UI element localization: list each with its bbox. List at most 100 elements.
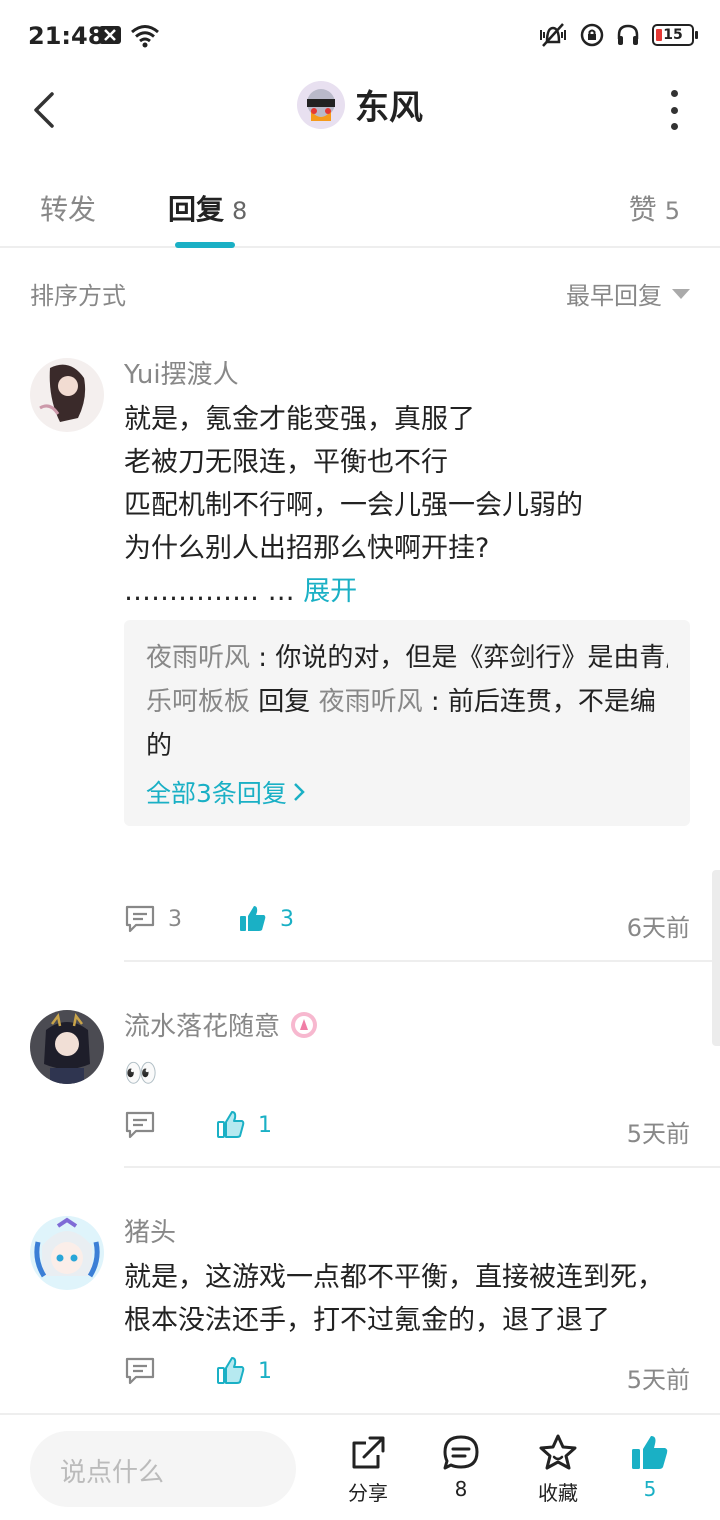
status-time: 21:48 bbox=[28, 22, 105, 50]
bottom-like-button[interactable]: 5 bbox=[610, 1433, 690, 1501]
comment-time: 6天前 bbox=[626, 914, 690, 942]
header: 东风 bbox=[0, 72, 720, 148]
tab-bar: 转发 回复 8 赞5 bbox=[0, 176, 720, 248]
sort-dropdown[interactable]: 最早回复 bbox=[566, 276, 690, 311]
like-button[interactable]: 3 bbox=[238, 904, 294, 934]
comment-line: 根本没法还手，打不过氪金的，退了退了 bbox=[124, 1305, 610, 1336]
like-button[interactable]: 1 bbox=[216, 1110, 272, 1140]
reply-user[interactable]: 夜雨听风 bbox=[146, 643, 250, 673]
avatar-image-icon bbox=[297, 80, 345, 129]
bottom-reply-count: 8 bbox=[454, 1477, 468, 1501]
comment-line: 匹配机制不行啊，一会儿强一会儿弱的 bbox=[124, 490, 583, 521]
comment-item: 流水落花随意 👀 1 5天前 bbox=[0, 1004, 720, 1168]
dropdown-triangle-icon bbox=[672, 288, 690, 299]
comment-item: 猪头 就是，这游戏一点都不平衡，直接被连到死， 根本没法还手，打不过氪金的，退了… bbox=[0, 1210, 720, 1400]
user-badge-icon bbox=[291, 1011, 318, 1038]
bottom-bar: 说点什么 分享 8 收藏 5 bbox=[0, 1413, 720, 1520]
notification-x-icon bbox=[99, 26, 121, 44]
comment-text: 就是，氪金才能变强，真服了 老被刀无限连，平衡也不行 匹配机制不行啊，一会儿强一… bbox=[124, 398, 690, 613]
reply-button[interactable]: 3 bbox=[124, 904, 182, 934]
expand-link[interactable]: 展开 bbox=[303, 576, 357, 607]
rotation-lock-icon bbox=[580, 23, 604, 47]
thumbs-up-icon bbox=[217, 1357, 245, 1384]
tab-reply[interactable]: 回复 8 bbox=[168, 188, 247, 228]
comment-input-placeholder: 说点什么 bbox=[60, 1458, 165, 1488]
comment-item: Yui摆渡人 就是，氪金才能变强，真服了 老被刀无限连，平衡也不行 匹配机制不行… bbox=[0, 352, 720, 962]
reply-button[interactable] bbox=[124, 1356, 168, 1386]
reply-button[interactable] bbox=[124, 1110, 168, 1140]
thumbs-up-icon bbox=[240, 906, 266, 931]
comment-time: 5天前 bbox=[626, 1120, 690, 1148]
share-label: 分享 bbox=[348, 1481, 388, 1505]
headphones-icon bbox=[617, 24, 639, 45]
more-options-button[interactable] bbox=[668, 90, 680, 130]
like-count: 1 bbox=[258, 1358, 272, 1384]
scroll-indicator[interactable] bbox=[712, 870, 720, 1046]
reply-separator: : bbox=[422, 687, 448, 717]
reply-word: 回复 bbox=[258, 687, 311, 717]
comment-actions: 1 5天前 bbox=[124, 1110, 690, 1150]
comment-time: 5天前 bbox=[626, 1366, 690, 1394]
reply-separator: : bbox=[250, 643, 276, 673]
more-dot-icon bbox=[670, 106, 678, 114]
avatar[interactable] bbox=[30, 358, 104, 432]
comment-username[interactable]: Yui摆渡人 bbox=[124, 354, 239, 391]
reply-item[interactable]: 乐呵板板 回复 夜雨听风 : 前后连贯，不是编的 bbox=[146, 680, 668, 768]
favorite-label: 收藏 bbox=[538, 1481, 578, 1505]
chevron-right-icon bbox=[294, 783, 305, 801]
tab-like-label: 赞 bbox=[628, 193, 657, 226]
avatar[interactable] bbox=[30, 1216, 104, 1290]
sort-selected-value: 最早回复 bbox=[566, 282, 662, 310]
comment-line: 就是，氪金才能变强，真服了 bbox=[124, 404, 475, 435]
status-left-icons bbox=[98, 24, 160, 48]
comment-icon bbox=[125, 905, 155, 933]
status-bar: 21:48 15 bbox=[0, 0, 720, 72]
sort-bar: 排序方式 最早回复 bbox=[30, 270, 690, 310]
wifi-icon bbox=[131, 25, 159, 48]
all-replies-label: 全部3条回复 bbox=[146, 779, 287, 808]
comment-ellipsis: …………… … bbox=[124, 576, 295, 607]
more-dot-icon bbox=[670, 90, 678, 97]
favorite-button[interactable]: 收藏 bbox=[518, 1433, 598, 1506]
comment-username-wrap[interactable]: 流水落花随意 bbox=[124, 1006, 318, 1043]
share-button[interactable]: 分享 bbox=[328, 1433, 408, 1506]
comment-input[interactable]: 说点什么 bbox=[30, 1431, 296, 1507]
battery-icon: 15 bbox=[652, 24, 698, 46]
all-replies-link[interactable]: 全部3条回复 bbox=[146, 774, 668, 810]
tab-forward[interactable]: 转发 bbox=[40, 188, 96, 228]
tab-like-count: 5 bbox=[664, 197, 680, 225]
comment-text: 👀 bbox=[124, 1058, 158, 1089]
reply-user[interactable]: 乐呵板板 bbox=[146, 687, 250, 717]
reply-item[interactable]: 夜雨听风 : 你说的对，但是《弈剑行》是由青度互娱自主研发的一款全新3D武侠格… bbox=[146, 636, 668, 680]
avatar-image-icon bbox=[30, 358, 104, 432]
divider bbox=[124, 960, 720, 962]
comment-username[interactable]: 猪头 bbox=[124, 1212, 176, 1249]
tab-forward-label: 转发 bbox=[40, 193, 97, 226]
vibrate-mute-icon bbox=[540, 23, 566, 47]
thumbs-up-filled-icon bbox=[632, 1436, 668, 1469]
share-icon bbox=[352, 1436, 385, 1469]
tab-like[interactable]: 赞5 bbox=[629, 188, 680, 228]
comment-username: 流水落花随意 bbox=[124, 1012, 281, 1042]
tab-reply-label: 回复 bbox=[168, 193, 225, 226]
comment-line: 为什么别人出招那么快啊开挂? bbox=[124, 533, 490, 564]
comment-line: 老被刀无限连，平衡也不行 bbox=[124, 447, 448, 478]
comment-text: 就是，这游戏一点都不平衡，直接被连到死， 根本没法还手，打不过氪金的，退了退了 bbox=[124, 1256, 690, 1342]
sort-label: 排序方式 bbox=[30, 282, 126, 310]
tab-reply-count: 8 bbox=[232, 197, 248, 225]
like-button[interactable]: 1 bbox=[216, 1356, 272, 1386]
bottom-like-count: 5 bbox=[643, 1477, 657, 1501]
comment-line: 就是，这游戏一点都不平衡，直接被连到死， bbox=[124, 1262, 664, 1293]
comment-icon bbox=[125, 1357, 155, 1385]
page-title: 东风 bbox=[355, 88, 423, 128]
divider bbox=[124, 1166, 720, 1168]
comment-line-more: …………… … 展开 bbox=[124, 570, 690, 613]
reply-count-button[interactable]: 8 bbox=[421, 1433, 501, 1501]
chat-bubble-icon bbox=[443, 1435, 479, 1470]
avatar[interactable] bbox=[30, 1010, 104, 1084]
title-avatar[interactable] bbox=[297, 80, 345, 129]
reply-target-user[interactable]: 夜雨听风 bbox=[319, 687, 423, 717]
star-icon bbox=[539, 1434, 577, 1470]
comment-actions: 1 5天前 bbox=[124, 1356, 690, 1396]
title-wrap: 东风 bbox=[0, 80, 720, 129]
